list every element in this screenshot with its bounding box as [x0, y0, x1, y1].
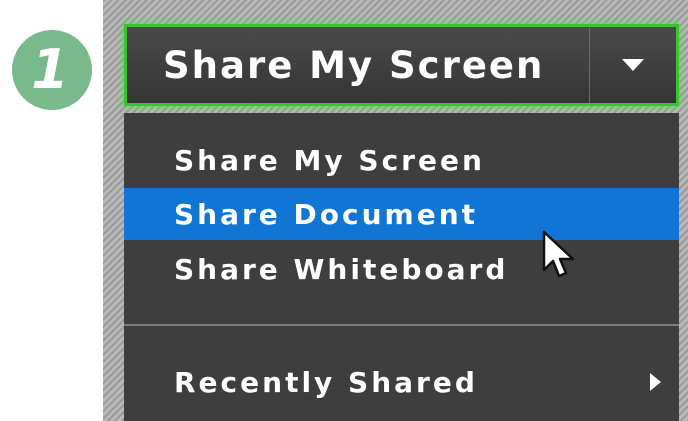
share-my-screen-button[interactable]: Share My Screen: [127, 27, 589, 103]
menu-item-label: Share My Screen: [174, 143, 485, 177]
menu-item-label: Share Whiteboard: [174, 252, 509, 286]
menu-item-share-whiteboard[interactable]: Share Whiteboard: [124, 243, 679, 295]
chevron-right-icon: [650, 373, 661, 391]
menu-item-share-my-screen[interactable]: Share My Screen: [124, 134, 679, 186]
menu-item-share-document[interactable]: Share Document: [124, 188, 679, 240]
step-number-badge: 1: [12, 30, 92, 110]
share-dropdown-menu: Share My Screen Share Document Share Whi…: [124, 113, 679, 421]
screenshot-stage: 1 Share My Screen Share My Screen Share …: [0, 0, 688, 421]
menu-item-label: Share Document: [174, 197, 479, 231]
menu-separator: [124, 324, 679, 326]
chevron-down-icon: [622, 59, 644, 71]
step-number: 1: [31, 38, 69, 101]
share-dropdown-toggle[interactable]: [589, 27, 676, 103]
share-split-button[interactable]: Share My Screen: [124, 24, 679, 106]
menu-item-label: Recently Shared: [174, 365, 478, 399]
mouse-pointer-icon: [542, 230, 575, 278]
share-button-label: Share My Screen: [163, 43, 545, 87]
menu-item-recently-shared[interactable]: Recently Shared: [124, 356, 679, 408]
